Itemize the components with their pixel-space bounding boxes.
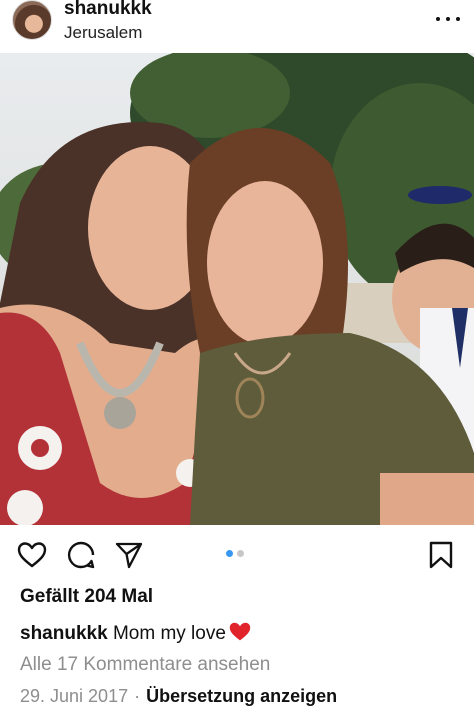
carousel-indicator	[226, 550, 244, 557]
action-bar	[0, 528, 474, 582]
post-header: shanukkk Jerusalem	[0, 0, 474, 52]
bookmark-icon[interactable]	[426, 540, 456, 570]
caption-text: Mom my love	[112, 623, 226, 644]
see-translation-link[interactable]: Übersetzung anzeigen	[146, 686, 337, 706]
post-meta: 29. Juni 2017 · Übersetzung anzeigen	[20, 686, 337, 707]
post-caption: shanukkk Mom my love	[20, 620, 252, 648]
likes-count[interactable]: Gefällt 204 Mal	[20, 586, 153, 608]
heart-outline-icon[interactable]	[17, 540, 47, 570]
post-username[interactable]: shanukkk	[64, 0, 152, 20]
post-photo[interactable]	[0, 53, 474, 525]
more-horizontal-icon[interactable]	[436, 10, 460, 28]
post-date: 29. Juni 2017	[20, 686, 129, 706]
paper-plane-icon[interactable]	[114, 540, 144, 570]
caption-username[interactable]: shanukkk	[20, 623, 108, 644]
post-location[interactable]: Jerusalem	[64, 23, 142, 43]
carousel-dot	[237, 550, 244, 557]
meta-separator: ·	[134, 686, 141, 706]
view-all-comments-link[interactable]: Alle 17 Kommentare ansehen	[20, 654, 270, 676]
red-heart-emoji-icon	[228, 620, 252, 648]
avatar[interactable]	[12, 0, 52, 40]
comment-bubble-icon[interactable]	[66, 540, 96, 570]
carousel-dot-active	[226, 550, 233, 557]
